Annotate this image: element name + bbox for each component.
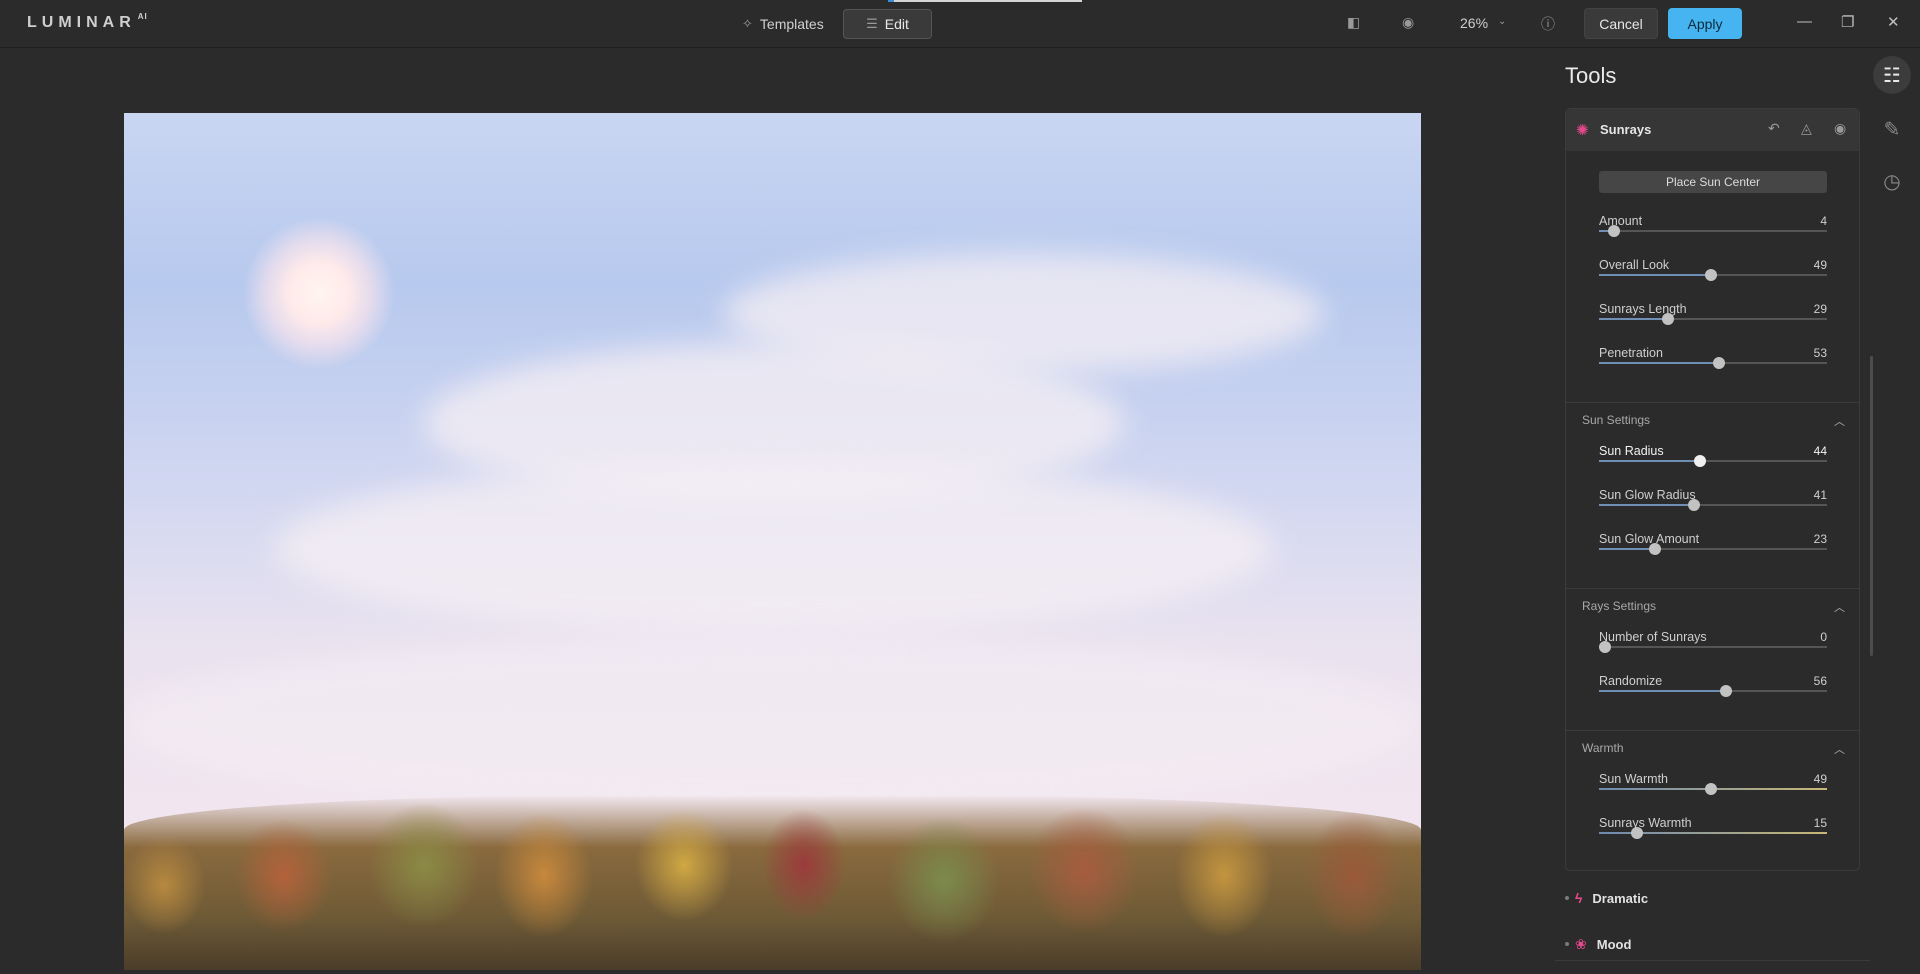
sliders-icon: ☰ bbox=[866, 16, 878, 31]
sunrays-panel: ✺ Sunrays ↶ ◬ ◉ Place Sun Center Amount 4… bbox=[1565, 108, 1860, 871]
chevron-up-icon[interactable]: ︿ bbox=[1834, 599, 1845, 615]
divider bbox=[1566, 730, 1859, 731]
zoom-level[interactable]: 26% bbox=[1460, 15, 1488, 31]
number-of-sunrays-slider[interactable]: Number of Sunrays 0 bbox=[1599, 630, 1827, 660]
chevron-down-icon[interactable]: ⌄ bbox=[1498, 16, 1506, 27]
panel-title: Tools bbox=[1565, 63, 1617, 88]
tool-mood[interactable]: ❀ Mood bbox=[1565, 934, 1631, 954]
cancel-button[interactable]: Cancel bbox=[1584, 8, 1658, 39]
compare-icon[interactable]: ◧ bbox=[1347, 14, 1360, 31]
dot-icon bbox=[1565, 942, 1569, 946]
mask-icon[interactable]: ◬ bbox=[1801, 120, 1812, 137]
sun-radius-slider[interactable]: Sun Radius 44 bbox=[1599, 444, 1827, 474]
randomize-slider[interactable]: Randomize 56 bbox=[1599, 674, 1827, 704]
edit-tab[interactable]: ☰ Edit bbox=[843, 9, 932, 39]
tool-dramatic[interactable]: ϟ Dramatic bbox=[1565, 888, 1648, 908]
treeline bbox=[124, 795, 1421, 970]
chevron-up-icon[interactable]: ︿ bbox=[1834, 741, 1845, 757]
apply-button[interactable]: Apply bbox=[1668, 8, 1742, 39]
top-bar: LUMINAR AI ✧ Templates ☰ Edit ◧ ◉ 26% ⌄ ⓘ… bbox=[0, 0, 1920, 48]
place-sun-center-button[interactable]: Place Sun Center bbox=[1599, 171, 1827, 193]
sun-warmth-slider[interactable]: Sun Warmth 49 bbox=[1599, 772, 1827, 802]
sun-glow-radius-slider[interactable]: Sun Glow Radius 41 bbox=[1599, 488, 1827, 518]
help-icon[interactable]: ⓘ bbox=[1541, 14, 1555, 34]
cloud bbox=[724, 253, 1324, 373]
undo-icon[interactable]: ↶ bbox=[1768, 120, 1780, 137]
templates-tab[interactable]: ✧ Templates bbox=[728, 9, 838, 39]
warmth-header[interactable]: Warmth bbox=[1582, 741, 1624, 755]
rays-settings-header[interactable]: Rays Settings bbox=[1582, 599, 1656, 613]
history-icon[interactable]: ◷ bbox=[1873, 162, 1911, 200]
visibility-toggle-icon[interactable]: ◉ bbox=[1834, 120, 1846, 137]
adjustments-icon[interactable]: ☷ bbox=[1873, 56, 1911, 94]
sun bbox=[244, 218, 394, 368]
restore-icon[interactable]: ❐ bbox=[1841, 13, 1854, 31]
amount-slider[interactable]: Amount 4 bbox=[1599, 214, 1827, 244]
minimize-icon[interactable]: — bbox=[1797, 13, 1812, 30]
cloud bbox=[274, 463, 1274, 633]
sun-glow-amount-slider[interactable]: Sun Glow Amount 23 bbox=[1599, 532, 1827, 562]
sunrays-length-slider[interactable]: Sunrays Length 29 bbox=[1599, 302, 1827, 332]
app-logo: LUMINAR AI bbox=[27, 12, 148, 31]
mood-icon: ❀ bbox=[1575, 935, 1587, 952]
panel-scrollbar[interactable] bbox=[1870, 356, 1873, 656]
close-icon[interactable]: ✕ bbox=[1887, 13, 1900, 31]
cloud bbox=[124, 633, 1421, 813]
chevron-up-icon[interactable]: ︿ bbox=[1834, 413, 1845, 429]
sunrays-warmth-slider[interactable]: Sunrays Warmth 15 bbox=[1599, 816, 1827, 846]
lightning-icon: ϟ bbox=[1575, 890, 1583, 906]
penetration-slider[interactable]: Penetration 53 bbox=[1599, 346, 1827, 376]
photo-canvas[interactable] bbox=[124, 113, 1421, 970]
overall-look-slider[interactable]: Overall Look 49 bbox=[1599, 258, 1827, 288]
divider bbox=[1566, 588, 1859, 589]
templates-icon: ✧ bbox=[742, 16, 753, 31]
tool-header[interactable]: ✺ Sunrays ↶ ◬ ◉ bbox=[1566, 109, 1859, 151]
sun-settings-header[interactable]: Sun Settings bbox=[1582, 413, 1650, 427]
eye-icon[interactable]: ◉ bbox=[1402, 14, 1414, 31]
brush-icon[interactable]: ✎ bbox=[1873, 110, 1911, 148]
loading-indicator bbox=[888, 0, 1082, 2]
dot-icon bbox=[1565, 896, 1569, 900]
divider bbox=[1566, 402, 1859, 403]
tool-title: Sunrays bbox=[1600, 122, 1652, 137]
sunrays-icon: ✺ bbox=[1576, 122, 1589, 139]
divider bbox=[1555, 960, 1870, 961]
